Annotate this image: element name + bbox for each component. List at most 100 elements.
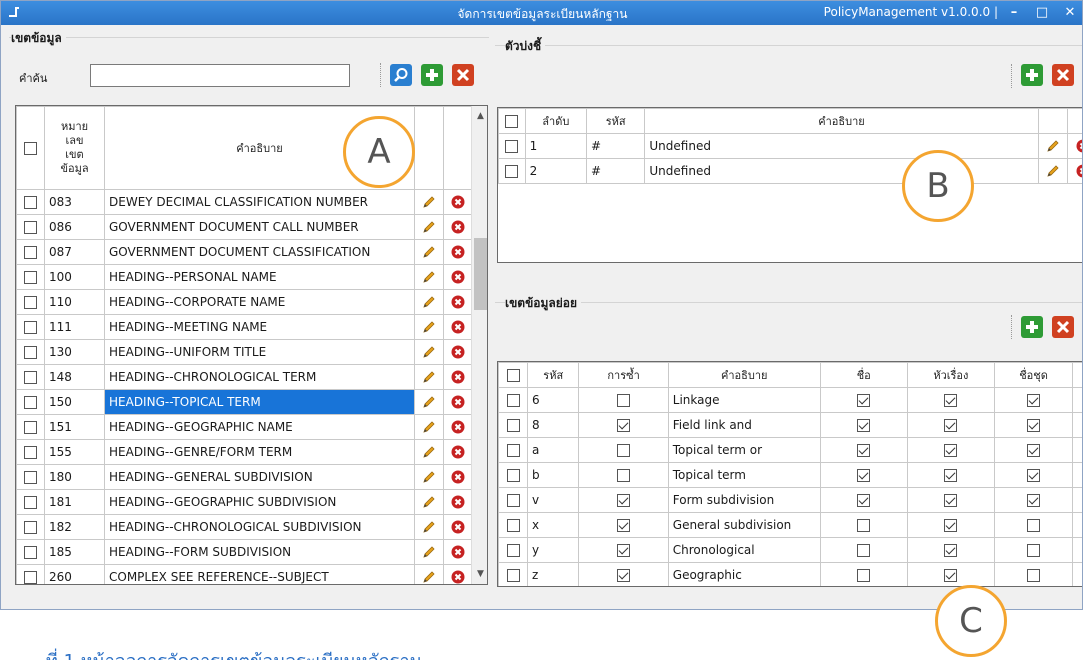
row-checkbox[interactable]: [24, 471, 37, 484]
row-checkbox[interactable]: [506, 569, 520, 582]
table-row[interactable]: 086 GOVERNMENT DOCUMENT CALL NUMBER: [16, 214, 473, 240]
edit-icon[interactable]: [1046, 139, 1060, 153]
scroll-up-arrow[interactable]: ▲: [472, 108, 487, 124]
repeat-checkbox[interactable]: [617, 469, 631, 482]
remove-button[interactable]: [443, 489, 473, 515]
remove-button[interactable]: [443, 564, 473, 584]
name-checkbox[interactable]: [857, 469, 871, 482]
series-checkbox[interactable]: [1027, 544, 1041, 557]
edit-button[interactable]: [414, 414, 444, 440]
repeat-checkbox[interactable]: [617, 569, 631, 582]
remove-icon[interactable]: [451, 345, 465, 359]
edit-button[interactable]: [1072, 512, 1082, 538]
edit-button[interactable]: [1037, 158, 1069, 184]
row-checkbox[interactable]: [24, 446, 37, 459]
series-checkbox[interactable]: [1027, 494, 1041, 507]
subject-checkbox[interactable]: [944, 569, 958, 582]
add-subfield-button[interactable]: [1021, 316, 1043, 338]
row-checkbox[interactable]: [506, 444, 520, 457]
table-row[interactable]: z Geographic: [498, 562, 1082, 586]
edit-icon[interactable]: [422, 270, 436, 284]
edit-button[interactable]: [414, 289, 444, 315]
series-checkbox[interactable]: [1027, 569, 1041, 582]
add-indicator-button[interactable]: [1021, 64, 1043, 86]
row-checkbox[interactable]: [506, 494, 520, 507]
remove-button[interactable]: [443, 389, 473, 415]
remove-icon[interactable]: [451, 545, 465, 559]
edit-button[interactable]: [414, 389, 444, 415]
name-checkbox[interactable]: [857, 569, 871, 582]
remove-icon[interactable]: [451, 295, 465, 309]
name-checkbox[interactable]: [857, 494, 871, 507]
row-checkbox[interactable]: [506, 469, 520, 482]
edit-icon[interactable]: [422, 195, 436, 209]
row-checkbox[interactable]: [24, 421, 37, 434]
select-all-checkbox[interactable]: [506, 368, 520, 382]
select-all-checkbox[interactable]: [24, 141, 37, 155]
edit-icon[interactable]: [422, 345, 436, 359]
remove-icon[interactable]: [451, 270, 465, 284]
remove-button[interactable]: [1067, 133, 1082, 159]
edit-button[interactable]: [414, 314, 444, 340]
close-button[interactable]: ✕: [1056, 1, 1082, 25]
name-checkbox[interactable]: [857, 419, 871, 432]
edit-icon[interactable]: [422, 570, 436, 584]
repeat-checkbox[interactable]: [617, 394, 631, 407]
table-row[interactable]: 2 # Undefined: [498, 158, 1083, 184]
remove-icon[interactable]: [451, 520, 465, 534]
row-checkbox[interactable]: [24, 271, 37, 284]
table-row[interactable]: b Topical term: [498, 462, 1082, 488]
edit-icon[interactable]: [422, 320, 436, 334]
table-row[interactable]: v Form subdivision: [498, 487, 1082, 513]
remove-button[interactable]: [443, 239, 473, 265]
table-row[interactable]: y Chronological: [498, 537, 1082, 563]
remove-icon[interactable]: [451, 420, 465, 434]
remove-icon[interactable]: [451, 195, 465, 209]
remove-icon[interactable]: [1076, 164, 1083, 178]
remove-button[interactable]: [443, 364, 473, 390]
edit-icon[interactable]: [1046, 164, 1060, 178]
row-checkbox[interactable]: [24, 196, 37, 209]
edit-button[interactable]: [414, 364, 444, 390]
remove-button[interactable]: [1067, 158, 1083, 184]
remove-button[interactable]: [443, 464, 473, 490]
row-checkbox[interactable]: [506, 394, 520, 407]
name-checkbox[interactable]: [857, 519, 871, 532]
table-row[interactable]: 182 HEADING--CHRONOLOGICAL SUBDIVISION: [16, 514, 473, 540]
name-checkbox[interactable]: [857, 394, 871, 407]
edit-button[interactable]: [414, 239, 444, 265]
table-row[interactable]: 181 HEADING--GEOGRAPHIC SUBDIVISION: [16, 489, 473, 515]
remove-icon[interactable]: [451, 220, 465, 234]
row-checkbox[interactable]: [24, 371, 37, 384]
remove-button[interactable]: [443, 339, 473, 365]
remove-button[interactable]: [443, 439, 473, 465]
row-checkbox[interactable]: [24, 221, 37, 234]
edit-icon[interactable]: [422, 395, 436, 409]
edit-icon[interactable]: [422, 420, 436, 434]
remove-button[interactable]: [443, 189, 473, 215]
subject-checkbox[interactable]: [944, 419, 958, 432]
scroll-down-arrow[interactable]: ▼: [472, 566, 487, 582]
remove-icon[interactable]: [451, 495, 465, 509]
edit-icon[interactable]: [422, 520, 436, 534]
remove-button[interactable]: [443, 214, 473, 240]
edit-button[interactable]: [414, 539, 444, 565]
series-checkbox[interactable]: [1027, 519, 1041, 532]
edit-icon[interactable]: [422, 245, 436, 259]
edit-button[interactable]: [414, 514, 444, 540]
repeat-checkbox[interactable]: [617, 419, 631, 432]
row-checkbox[interactable]: [24, 396, 37, 409]
table-row[interactable]: 185 HEADING--FORM SUBDIVISION: [16, 539, 473, 565]
row-checkbox[interactable]: [24, 521, 37, 534]
table-row[interactable]: 6 Linkage: [498, 387, 1082, 413]
scroll-thumb[interactable]: [474, 238, 487, 310]
search-button[interactable]: [390, 64, 412, 86]
row-checkbox[interactable]: [505, 140, 519, 153]
series-checkbox[interactable]: [1027, 444, 1041, 457]
table-row[interactable]: 8 Field link and: [498, 412, 1082, 438]
remove-button[interactable]: [443, 539, 473, 565]
edit-button[interactable]: [1072, 437, 1082, 463]
edit-icon[interactable]: [422, 295, 436, 309]
remove-button[interactable]: [443, 314, 473, 340]
edit-icon[interactable]: [422, 495, 436, 509]
